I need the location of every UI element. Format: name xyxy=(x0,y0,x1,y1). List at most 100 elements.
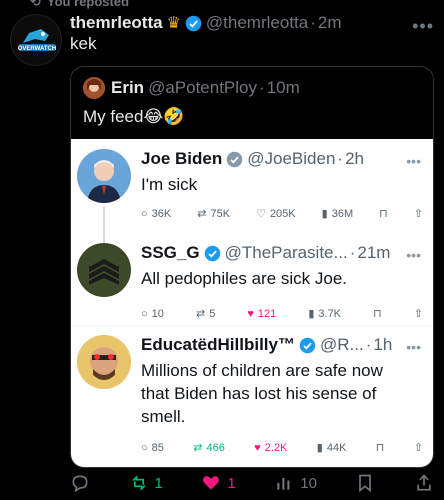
share-icon xyxy=(417,474,431,491)
repost-count: ⇄ 75K xyxy=(197,207,231,221)
timestamp: 21m xyxy=(357,243,391,262)
tweet-header: EducatëdHillbilly™ @R... · 1h xyxy=(141,335,392,355)
repost-icon: ⇄ xyxy=(195,308,206,320)
avatar[interactable] xyxy=(83,77,105,99)
repost-icon: ⇄ xyxy=(197,208,207,220)
repost-icon xyxy=(132,475,145,491)
repost-count: ⇄ 466 xyxy=(193,441,225,455)
overwatch-logo: OVERWATCH xyxy=(11,15,61,65)
tweet-text-line: smell. xyxy=(141,407,186,426)
display-name: Joe Biden xyxy=(141,149,223,168)
views-button[interactable]: 10 xyxy=(274,473,317,493)
like-count: ♥ 2.2K xyxy=(254,441,288,454)
quoted-post[interactable]: Erin @aPotentPloy · 10m My feed😂🤣 Joe Bi… xyxy=(70,66,434,468)
like-count: 1 xyxy=(227,474,236,492)
share-button[interactable] xyxy=(414,473,434,493)
quoted-post-text: My feed😂🤣 xyxy=(83,107,185,126)
views-icon: ▮ xyxy=(308,308,315,320)
display-name: EducatëdHillbilly™ xyxy=(141,335,295,354)
reply-button[interactable] xyxy=(70,473,90,493)
views-icon xyxy=(277,478,290,490)
view-count: ▮ 3.7K xyxy=(308,307,342,321)
repost-icon: ⇄ xyxy=(193,442,203,454)
verified-badge-icon xyxy=(226,151,243,167)
divider xyxy=(71,325,433,326)
avatar-image xyxy=(77,149,131,203)
bookmark-icon: ⊓ xyxy=(373,308,382,320)
display-name: SSG_G xyxy=(141,243,200,262)
reply-icon xyxy=(72,475,88,493)
bookmark-icon: ⊓ xyxy=(379,208,388,220)
heart-icon xyxy=(203,476,220,490)
more-options-icon: ••• xyxy=(406,247,421,263)
tweet-actions: ○ 36K ⇄ 75K ♡ 205K ▮ 36M ⊓ ⇧ xyxy=(141,207,423,221)
views-icon: ▮ xyxy=(316,442,323,454)
repost-count: ⇄ 5 xyxy=(195,307,216,321)
avatar-image xyxy=(77,335,131,389)
bookmark-icon: ⊓ xyxy=(375,442,385,454)
repost-button[interactable]: 1 xyxy=(129,473,163,493)
view-count: ▮ 36M xyxy=(321,207,354,221)
reply-icon: ○ xyxy=(141,207,148,220)
thread-connector xyxy=(103,207,105,245)
attached-screenshot-image[interactable]: Joe Biden @JoeBiden · 2h ••• I'm sick ○ 3… xyxy=(71,139,433,467)
avatar xyxy=(77,149,131,203)
heart-icon: ♥ xyxy=(247,307,254,320)
share-icon: ⇧ xyxy=(413,308,423,320)
view-count: ▮ 44K xyxy=(316,441,347,455)
verified-badge-icon xyxy=(204,245,220,261)
share-icon: ⇧ xyxy=(413,208,423,220)
separator-dot: · xyxy=(259,78,265,97)
reply-count: ○ 10 xyxy=(141,307,164,320)
reply-count: ○ 36K xyxy=(141,207,172,220)
handle[interactable]: @themrleotta xyxy=(206,13,308,33)
more-options-icon[interactable]: ••• xyxy=(412,16,434,37)
separator-dot: · xyxy=(310,13,316,32)
repost-icon: ⟲ xyxy=(30,0,41,9)
post-text: kek xyxy=(70,34,97,53)
verified-badge-icon xyxy=(299,337,316,353)
timestamp: 1h xyxy=(373,335,393,354)
tweet-text-line: that Biden has lost his sense of xyxy=(141,384,377,403)
tweet-header: Joe Biden @JoeBiden · 2h xyxy=(141,149,364,169)
bookmark-icon xyxy=(359,474,372,493)
crown-icon: ♛ xyxy=(166,15,181,32)
avatar xyxy=(77,335,131,389)
more-options-icon: ••• xyxy=(406,339,421,355)
reply-icon: ○ xyxy=(141,307,148,320)
svg-text:OVERWATCH: OVERWATCH xyxy=(18,46,56,52)
quoted-post-header: Erin @aPotentPloy · 10m xyxy=(83,77,300,99)
tweet-text: I'm sick xyxy=(141,175,198,194)
handle: @JoeBiden xyxy=(247,149,336,168)
handle: @R... xyxy=(319,335,364,354)
timestamp[interactable]: 10m xyxy=(267,78,300,98)
verified-badge-icon[interactable] xyxy=(185,15,202,32)
timestamp[interactable]: 2m xyxy=(318,13,342,33)
share-icon: ⇧ xyxy=(413,442,423,454)
tweet-actions: ○ 10 ⇄ 5 ♥ 121 ▮ 3.7K ⊓ ⇧ xyxy=(141,307,423,321)
more-options-icon: ••• xyxy=(406,153,421,169)
like-count: ♡ 205K xyxy=(256,207,296,221)
avatar[interactable]: OVERWATCH xyxy=(10,14,62,66)
post-actions: 1 1 10 xyxy=(70,470,434,496)
separator-dot: · xyxy=(349,243,356,262)
views-icon: ▮ xyxy=(321,208,328,220)
bookmark-button[interactable] xyxy=(355,473,375,493)
display-name[interactable]: themrleotta xyxy=(70,13,163,33)
repost-label: You reposted xyxy=(46,0,130,9)
timestamp: 2h xyxy=(345,149,364,168)
view-count: 10 xyxy=(300,474,317,492)
separator-dot: · xyxy=(365,335,372,354)
tweet-header: SSG_G @TheParasite... · 21m xyxy=(141,243,390,263)
display-name[interactable]: Erin xyxy=(111,78,144,98)
reply-count: ○ 85 xyxy=(141,441,164,454)
like-count: ♥ 121 xyxy=(247,307,277,320)
tweet-text: All pedophiles are sick Joe. xyxy=(141,269,348,288)
handle[interactable]: @aPotentPloy xyxy=(148,78,257,98)
like-button[interactable]: 1 xyxy=(201,473,236,493)
avatar-image xyxy=(77,243,131,297)
tweet-text: Millions of children are safe now that B… xyxy=(141,359,383,428)
tweet-text-line: Millions of children are safe now xyxy=(141,361,383,380)
tweet-actions: ○ 85 ⇄ 466 ♥ 2.2K ▮ 44K ⊓ ⇧ xyxy=(141,441,423,455)
separator-dot: · xyxy=(337,149,344,168)
